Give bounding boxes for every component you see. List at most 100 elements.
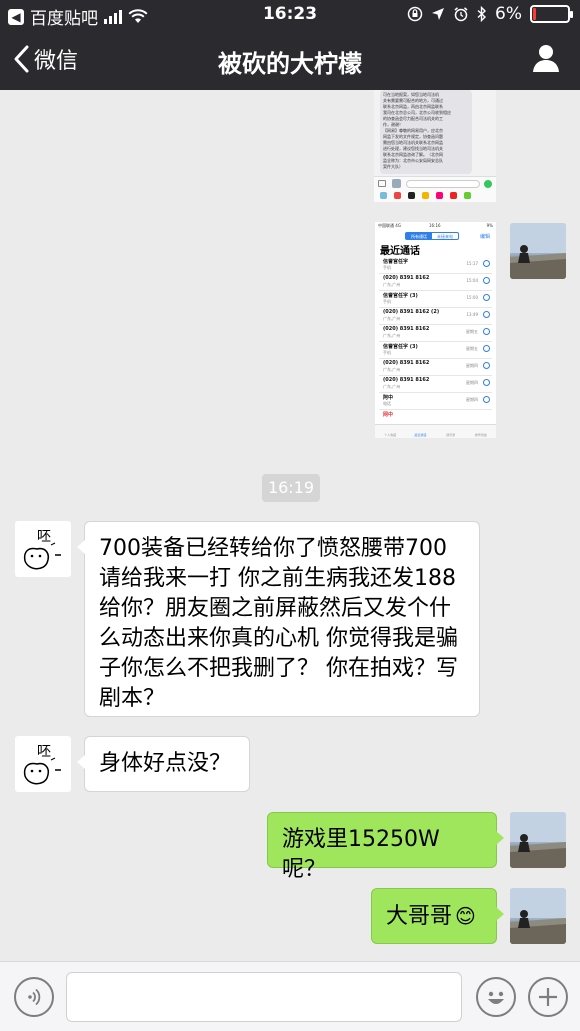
info-icon [483, 294, 490, 301]
location-icon [432, 8, 445, 20]
smile-emoji-icon: 😊 [455, 904, 476, 928]
mini-call-row: 信誉官任字 手机 15:17 [379, 256, 492, 274]
send-icon [484, 180, 492, 188]
message-input[interactable] [66, 972, 462, 1022]
person-icon [533, 45, 559, 72]
top-bar: ◀ 百度贴吧 16:23 6% 微信 被砍的大柠檬 [0, 0, 580, 90]
mini-call-time: 15:17 [466, 261, 478, 266]
chat-area[interactable]: 可在当地报案，如您当地司法机 关有需要需可配合的地方，可通过 联系北京网监，再由北京… [0, 90, 580, 961]
message-timestamp: 16:19 [262, 474, 320, 502]
mini-call-sub: 广东,广州 [383, 282, 401, 287]
outgoing-message[interactable]: 游戏里15250W呢？ [267, 812, 504, 882]
mini-time: 16:16 [429, 223, 441, 228]
outgoing-message[interactable]: 大哥哥 😊 [371, 888, 504, 944]
mini-call-name: (020) 8391 8162 [383, 377, 430, 383]
mini-call-sub: 手机 [383, 265, 391, 270]
message-text: 700装备已经转给你了愤怒腰带700请给我来一打 你之前生病我还发188给你？朋… [99, 536, 458, 711]
status-right: 6% [407, 4, 573, 24]
mini-call-row: (020) 8391 8162 广东,广州 15:04 [379, 273, 492, 291]
mini-battery: 9% [486, 223, 493, 228]
my-avatar[interactable] [510, 812, 566, 868]
app-icon [450, 192, 457, 199]
voice-button[interactable] [14, 977, 54, 1017]
mini-call-time: 星期五 [466, 329, 478, 334]
mini-call-time: 星期四 [466, 363, 478, 368]
avatar-photo-icon [510, 812, 566, 868]
sms-text: 可在当地报案，如您当地司法机 关有需要需可配合的地方，可通过 联系北京网监，再由北京… [383, 92, 469, 170]
mini-call-row: (020) 8391 8162 广东,广州 星期四 [379, 358, 492, 376]
bear-avatar-icon: 呸 [23, 529, 61, 570]
avatar-photo-icon [510, 888, 566, 944]
mini-call-name: (020) 8391 8162 (2) [383, 309, 440, 315]
mini-header: 最近通话 [380, 246, 420, 257]
mini-call-sub: 广东,广州 [383, 333, 401, 338]
info-icon [483, 379, 490, 386]
message-text: 身体好点没？ [99, 751, 232, 776]
bluetooth-icon [477, 6, 487, 22]
avatar-photo-icon [510, 223, 566, 279]
mini-call-row: (020) 8391 8162 广东,广州 星期四 [379, 375, 492, 393]
chat-title: 被砍的大柠檬 [218, 50, 362, 78]
app-icon [422, 192, 429, 199]
mini-seg-all: 所有通话 [406, 233, 432, 239]
info-icon [483, 260, 490, 267]
mini-call-row: 信誉官任字 (3) 手机 15:00 [379, 290, 492, 308]
app-icon [380, 192, 387, 199]
mini-call-name: 网中 [383, 412, 394, 418]
mini-call-time: 15:04 [466, 278, 478, 283]
info-icon [483, 277, 490, 284]
image-message-sms-screenshot[interactable]: 可在当地报案，如您当地司法机 关有需要需可配合的地方，可通过 联系北京网监，再由北京… [374, 90, 496, 202]
mini-tab: 通讯录 [446, 433, 456, 437]
message-text: 游戏里15250W呢？ [282, 827, 440, 882]
contact-avatar[interactable]: 呸 [15, 736, 71, 792]
mini-call-row: 信誉官任字 (3) 手机 星期五 [379, 341, 492, 359]
mini-status-bar: 中国联通 4G 16:16 9% [375, 222, 496, 230]
incoming-message[interactable]: 700装备已经转给你了愤怒腰带700请给我来一打 你之前生病我还发188给你？朋… [77, 521, 480, 717]
mini-seg-missed: 未接来电 [437, 234, 453, 239]
mini-call-name: 信誉官任字 (3) [383, 293, 418, 299]
battery-percent: 6% [495, 4, 522, 24]
my-avatar[interactable] [510, 888, 566, 944]
mini-edit: 编辑 [479, 234, 490, 240]
mini-tab: 个人收藏 [384, 433, 397, 437]
image-message-call-log-screenshot[interactable]: 中国联通 4G 16:16 9% 所有通话 未接来电 编辑 最近通话 信誉官任字… [375, 222, 496, 438]
sms-line: 案件大队） [383, 164, 403, 169]
app-icon [394, 192, 401, 199]
chat-profile-button[interactable] [530, 42, 562, 74]
app-icon [436, 192, 443, 199]
incoming-message[interactable]: 身体好点没？ [77, 736, 250, 792]
avatar-text: 呸 [37, 744, 51, 760]
info-icon [483, 396, 490, 403]
mini-call-row: (020) 8391 8162 广东,广州 星期五 [379, 324, 492, 342]
rotation-lock-icon [407, 6, 423, 22]
mini-call-time: 星期四 [466, 397, 478, 402]
battery-icon [530, 5, 573, 23]
app-icon [464, 192, 471, 199]
more-button[interactable] [528, 977, 568, 1017]
my-avatar[interactable] [510, 223, 566, 279]
mini-call-name: (020) 8391 8162 [383, 275, 430, 281]
appstore-icon [392, 179, 401, 188]
message-text: 大哥哥 [386, 904, 453, 929]
mini-call-time: 15:00 [466, 295, 478, 300]
mini-call-row: (020) 8391 8162 (2) 广东,广州 13:49 [379, 307, 492, 325]
mini-tab-bar: 个人收藏 最近通话 通讯录 拨号键盘 [375, 424, 496, 438]
mini-call-sub: 手机 [383, 299, 391, 304]
mini-call-sub: 手机 [383, 350, 391, 355]
mini-call-name: 阿中 [383, 395, 394, 401]
chat-header: 微信 被砍的大柠檬 [0, 30, 580, 90]
mini-call-time: 星期五 [466, 346, 478, 351]
contact-avatar[interactable]: 呸 [15, 521, 71, 577]
mini-carrier: 中国联通 4G [378, 223, 401, 228]
mini-call-time: 星期四 [466, 380, 478, 385]
mini-call-name: 信誉官任字 (3) [383, 344, 418, 350]
app-icon [408, 192, 415, 199]
mini-call-sub: 广东,广州 [383, 316, 401, 321]
alarm-icon [454, 7, 468, 22]
emoji-button[interactable] [476, 977, 516, 1017]
avatar-text: 呸 [37, 529, 51, 545]
sms-field [406, 180, 480, 188]
mini-tab: 最近通话 [414, 433, 427, 437]
bear-avatar-icon: 呸 [23, 744, 61, 785]
mini-call-sub: 广东,广州 [383, 367, 401, 372]
